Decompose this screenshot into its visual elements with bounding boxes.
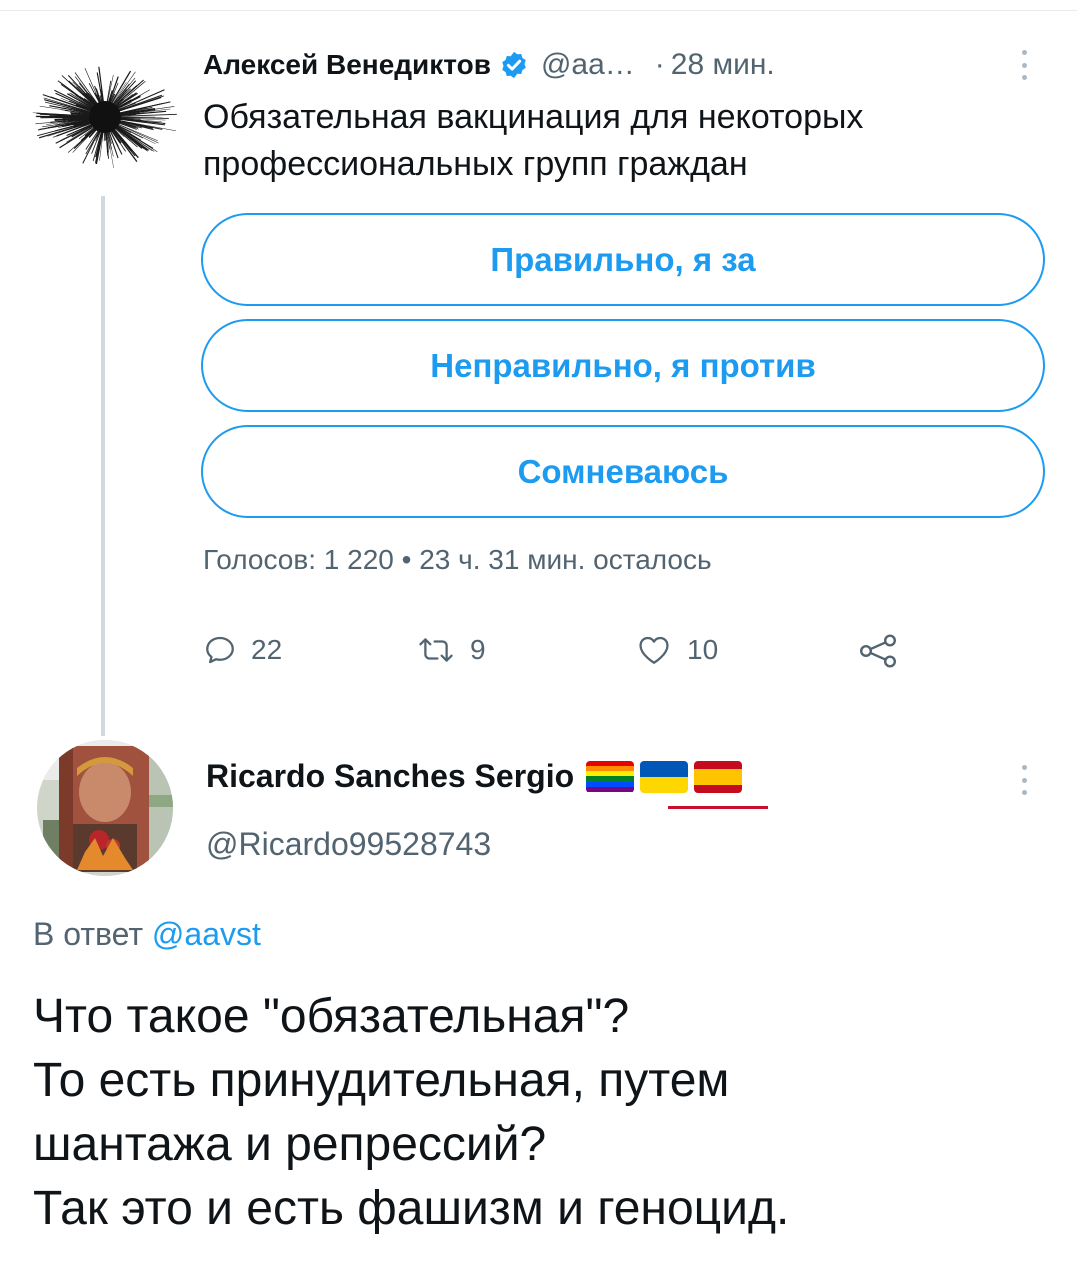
share-button[interactable] <box>855 633 901 669</box>
more-vertical-icon[interactable] <box>1020 50 1028 80</box>
poll-option-3[interactable]: Сомневаюсь <box>201 425 1045 518</box>
author-name[interactable]: Алексей Венедиктов <box>203 49 491 81</box>
reply-icon <box>206 636 234 664</box>
rainbow-flag-icon <box>586 760 635 793</box>
thread-line <box>101 196 105 736</box>
poll-option-2[interactable]: Неправильно, я против <box>201 319 1045 412</box>
reply-to-mention[interactable]: @aavst <box>152 916 261 952</box>
spain-flag-icon <box>694 760 743 793</box>
reply-to-line: В ответ @aavst <box>33 916 261 953</box>
tweet-header: Алексей Венедиктов @аа… · 28 мин. <box>203 44 775 86</box>
verified-badge-icon <box>502 51 526 79</box>
reply-text-line: То есть принудительная, путем <box>33 1054 730 1107</box>
reply-button[interactable]: 22 <box>203 633 282 667</box>
reply-author-handle[interactable]: @Ricardo99528743 <box>206 826 491 863</box>
reply-count: 22 <box>251 634 283 665</box>
tweet-time[interactable]: 28 мин. <box>671 48 775 82</box>
retweet-button[interactable]: 9 <box>416 633 486 667</box>
author-handle[interactable]: @аа… <box>541 48 635 82</box>
reply-text-line: шантажа и репрессий? <box>33 1118 547 1171</box>
like-button[interactable]: 10 <box>635 633 718 667</box>
reply-author-avatar[interactable] <box>37 740 173 876</box>
heart-icon <box>639 636 669 664</box>
reply-text-line: Так это и есть фашизм и геноцид. <box>33 1182 790 1235</box>
more-vertical-icon[interactable] <box>1020 765 1028 795</box>
reply-author-avatar-image <box>37 740 173 876</box>
tweet-text: Обязательная вакцинация для некоторых пр… <box>203 98 864 183</box>
flag-emojis <box>586 760 743 793</box>
reply-author-name[interactable]: Ricardo Sanches Sergio <box>206 758 574 795</box>
poll-option-1[interactable]: Правильно, я за <box>201 213 1045 306</box>
ukraine-flag-icon <box>640 760 689 793</box>
top-divider <box>0 10 1077 11</box>
like-count: 10 <box>687 634 719 665</box>
reply-text: Что такое "обязательная"? То есть принуд… <box>33 985 1063 1241</box>
separator-dot: · <box>654 48 665 81</box>
retweet-count: 9 <box>470 634 486 665</box>
reply-author-name-row: Ricardo Sanches Sergio <box>206 758 743 795</box>
flags-underline <box>668 806 768 809</box>
author-avatar-image <box>32 66 177 169</box>
reply-to-prefix: В ответ <box>33 916 144 952</box>
poll-info: Голосов: 1 220 • 23 ч. 31 мин. осталось <box>203 544 712 575</box>
retweet-icon <box>419 638 453 662</box>
author-avatar[interactable] <box>30 42 180 192</box>
reply-text-line: Что такое "обязательная"? <box>33 990 630 1043</box>
share-icon <box>859 634 896 668</box>
